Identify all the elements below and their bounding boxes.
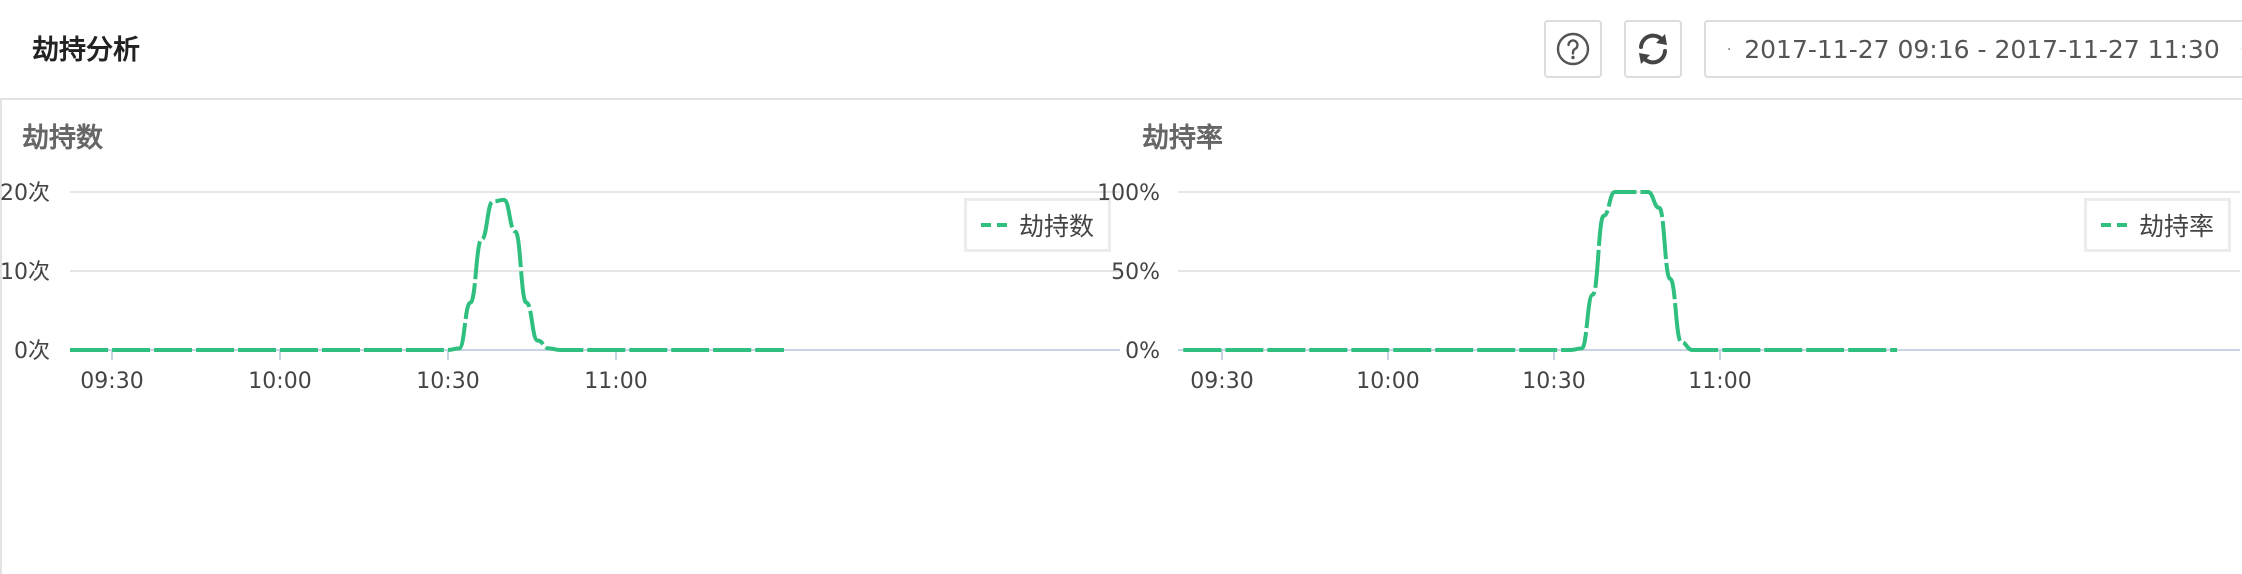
hijack-rate-chart: 0% 50% 100% 09:30 10:00 10:30 11:00 <box>1097 181 2240 394</box>
refresh-button[interactable] <box>1624 20 1682 78</box>
y-tick-label: 20次 <box>0 181 50 206</box>
x-tick-label: 10:00 <box>248 369 311 394</box>
x-tick-label: 10:30 <box>1522 369 1585 394</box>
page-header: 劫持分析 2017-11-27 09:16 - 2017-11-27 11:30 <box>0 0 2242 100</box>
series-line <box>69 197 784 353</box>
hijack-rate-panel: 劫持率 劫持率 0% 50% 100% 09:30 10:00 10:30 11:00 <box>1097 100 2242 574</box>
y-tick-label: 100% <box>1097 181 1160 206</box>
page-title: 劫持分析 <box>32 35 140 66</box>
x-tick-label: 10:00 <box>1356 369 1419 394</box>
date-range-text: 2017-11-27 09:16 - 2017-11-27 11:30 <box>1744 34 2220 64</box>
date-range-picker[interactable]: 2017-11-27 09:16 - 2017-11-27 11:30 <box>1704 20 2242 78</box>
x-tick-label: 11:00 <box>1688 369 1751 394</box>
help-button[interactable] <box>1544 20 1602 78</box>
y-tick-label: 50% <box>1111 260 1160 285</box>
x-tick-label: 11:00 <box>584 369 647 394</box>
y-tick-label: 0% <box>1125 339 1160 364</box>
refresh-icon <box>1639 33 1667 65</box>
y-tick-label: 10次 <box>0 260 50 285</box>
x-tick-label: 09:30 <box>1190 369 1253 394</box>
hijack-count-chart: 0次 10次 20次 09:30 10:00 10:30 11:00 <box>0 181 1120 394</box>
hijack-count-panel: 劫持数 劫持数 0次 10次 20次 09:30 10:00 10:30 11:00 <box>0 100 1122 574</box>
question-circle-icon <box>1556 32 1590 66</box>
y-tick-label: 0次 <box>14 339 50 364</box>
x-tick-label: 10:30 <box>416 369 479 394</box>
clock-icon <box>1728 48 1731 50</box>
x-tick-label: 09:30 <box>80 369 143 394</box>
